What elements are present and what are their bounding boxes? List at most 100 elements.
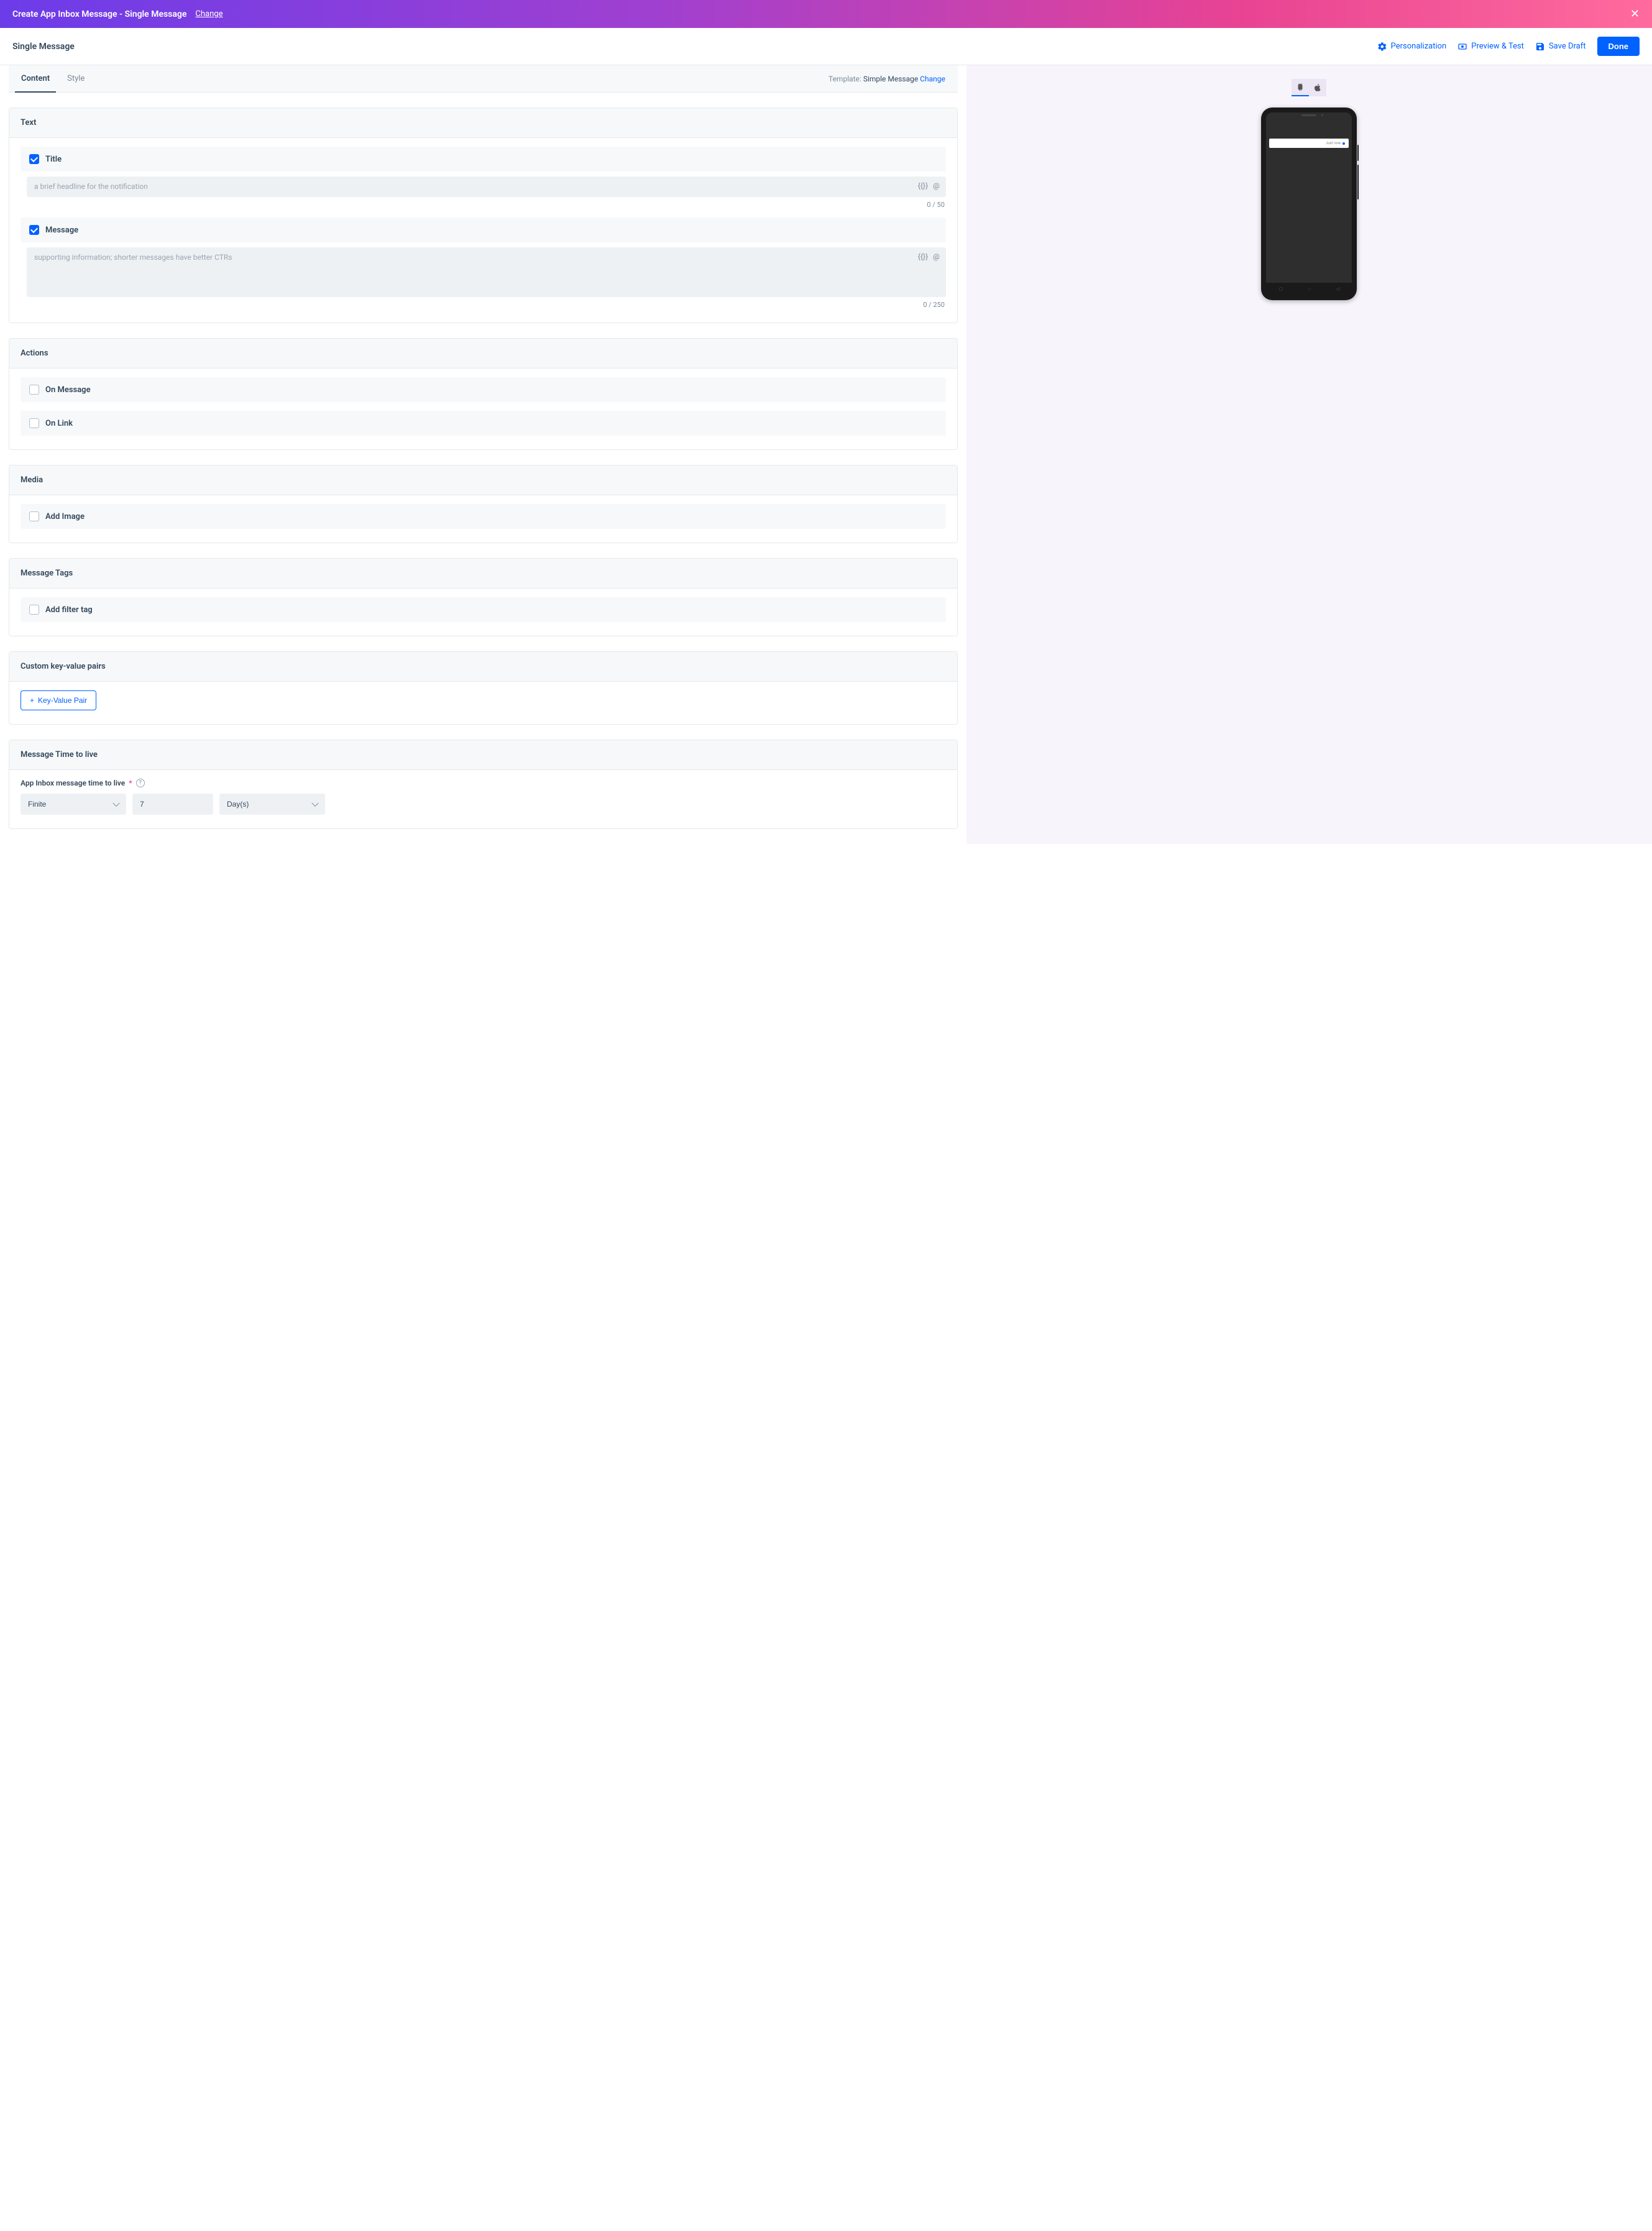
template-label: Template:: [828, 75, 861, 83]
save-draft-button[interactable]: Save Draft: [1535, 42, 1586, 52]
template-value: Simple Message: [863, 75, 918, 83]
personalization-label: Personalization: [1391, 42, 1447, 51]
top-banner: Create App Inbox Message - Single Messag…: [0, 0, 1652, 28]
save-icon: [1535, 42, 1545, 52]
ttl-card-body: App Inbox message time to live * ? Finite…: [9, 770, 957, 828]
add-filter-row: Add filter tag: [21, 597, 946, 622]
ttl-label-row: App Inbox message time to live * ?: [21, 779, 946, 787]
gear-icon: [1377, 42, 1387, 52]
message-row: Message: [21, 218, 946, 242]
ttl-unit-select[interactable]: Day(s): [219, 794, 325, 815]
phone-nav-bar: ▢ ○ ◁: [1266, 283, 1352, 295]
on-message-label: On Message: [45, 385, 91, 395]
ttl-inputs: Finite Day(s): [21, 794, 946, 815]
braces-icon[interactable]: {{}}: [918, 252, 928, 261]
message-char-count: 0 / 250: [27, 301, 946, 309]
ttl-type-select-wrap: Finite: [21, 794, 126, 815]
media-card: Media Add Image: [9, 465, 958, 543]
ios-toggle[interactable]: [1309, 79, 1326, 96]
preview-icon: [1457, 42, 1467, 52]
banner-left: Create App Inbox Message - Single Messag…: [12, 9, 223, 19]
android-toggle[interactable]: [1292, 79, 1309, 96]
add-image-row: Add Image: [21, 504, 946, 529]
page-title: Single Message: [12, 42, 75, 52]
ttl-label-text: App Inbox message time to live: [21, 779, 125, 787]
save-draft-label: Save Draft: [1549, 42, 1586, 51]
phone-mockup: Just now ▢ ○ ◁: [1261, 108, 1357, 300]
kv-card-body: + Key-Value Pair: [9, 682, 957, 724]
actions-card-body: On Message On Link: [9, 369, 957, 449]
android-icon: [1296, 83, 1305, 91]
on-link-row: On Link: [21, 411, 946, 436]
message-label: Message: [45, 226, 78, 235]
text-card-header: Text: [9, 108, 957, 138]
title-input-wrap: {{}} @ 0 / 50: [21, 176, 946, 209]
on-message-checkbox[interactable]: [29, 385, 39, 395]
kv-button-label: Key-Value Pair: [38, 696, 87, 705]
template-info: Template: Simple Message Change: [828, 75, 945, 83]
personalization-button[interactable]: Personalization: [1377, 42, 1447, 52]
at-icon[interactable]: @: [933, 252, 940, 261]
nav-recent-icon: ▢: [1279, 286, 1283, 291]
platform-toggle: [966, 79, 1652, 96]
banner-change-link[interactable]: Change: [195, 9, 223, 19]
on-link-label: On Link: [45, 419, 73, 428]
ttl-value-input[interactable]: [132, 794, 213, 815]
ttl-card-header: Message Time to live: [9, 740, 957, 770]
title-field-icons: {{}} @: [918, 181, 940, 190]
help-icon[interactable]: ?: [136, 779, 145, 787]
ttl-unit-select-wrap: Day(s): [219, 794, 325, 815]
title-char-count: 0 / 50: [27, 201, 946, 209]
notification-dot-icon: [1342, 142, 1345, 145]
template-change-link[interactable]: Change: [920, 75, 945, 83]
media-card-header: Media: [9, 465, 957, 495]
add-image-checkbox[interactable]: [29, 511, 39, 521]
at-icon[interactable]: @: [933, 181, 940, 190]
done-button[interactable]: Done: [1597, 37, 1640, 56]
banner-title: Create App Inbox Message - Single Messag…: [12, 9, 186, 19]
title-checkbox[interactable]: [29, 154, 39, 164]
tabs: Content Style: [21, 65, 85, 92]
tab-bar: Content Style Template: Simple Message C…: [9, 65, 958, 93]
actions-card-header: Actions: [9, 339, 957, 369]
phone-screen: Just now ▢ ○ ◁: [1266, 112, 1352, 295]
actions-card: Actions On Message On Link: [9, 338, 958, 450]
add-image-label: Add Image: [45, 512, 85, 521]
on-link-checkbox[interactable]: [29, 418, 39, 428]
phone-side-button-2: [1357, 165, 1359, 199]
media-card-body: Add Image: [9, 495, 957, 543]
main-layout: Content Style Template: Simple Message C…: [0, 65, 1652, 844]
message-field: {{}} @: [27, 247, 946, 297]
plus-icon: +: [30, 696, 34, 705]
message-input[interactable]: [34, 253, 907, 289]
notification-time: Just now: [1326, 141, 1341, 145]
message-checkbox[interactable]: [29, 225, 39, 235]
message-field-icons: {{}} @: [918, 252, 940, 261]
braces-icon[interactable]: {{}}: [918, 181, 928, 190]
on-message-row: On Message: [21, 377, 946, 402]
add-filter-label: Add filter tag: [45, 605, 93, 615]
header-actions: Personalization Preview & Test Save Draf…: [1377, 37, 1640, 56]
phone-notification: Just now: [1269, 139, 1349, 148]
tags-card-header: Message Tags: [9, 559, 957, 589]
preview-test-button[interactable]: Preview & Test: [1457, 42, 1524, 52]
add-filter-checkbox[interactable]: [29, 605, 39, 615]
ttl-type-select[interactable]: Finite: [21, 794, 126, 815]
text-card: Text Title {{}} @ 0 / 50: [9, 108, 958, 323]
close-icon[interactable]: ✕: [1630, 7, 1640, 21]
preview-panel: Just now ▢ ○ ◁: [966, 65, 1652, 844]
title-input[interactable]: [34, 182, 907, 191]
apple-icon: [1313, 83, 1322, 92]
tab-content[interactable]: Content: [21, 65, 50, 92]
title-label: Title: [45, 155, 62, 164]
nav-home-icon: ○: [1308, 286, 1311, 291]
nav-back-icon: ◁: [1336, 286, 1339, 291]
sub-header: Single Message Personalization Preview &…: [0, 28, 1652, 65]
tab-style[interactable]: Style: [67, 65, 85, 92]
ttl-card: Message Time to live App Inbox message t…: [9, 740, 958, 829]
add-kv-button[interactable]: + Key-Value Pair: [21, 690, 96, 710]
preview-test-label: Preview & Test: [1471, 42, 1524, 51]
required-asterisk: *: [129, 779, 132, 787]
text-card-body: Title {{}} @ 0 / 50 Message: [9, 138, 957, 323]
phone-speaker: [1301, 114, 1316, 116]
